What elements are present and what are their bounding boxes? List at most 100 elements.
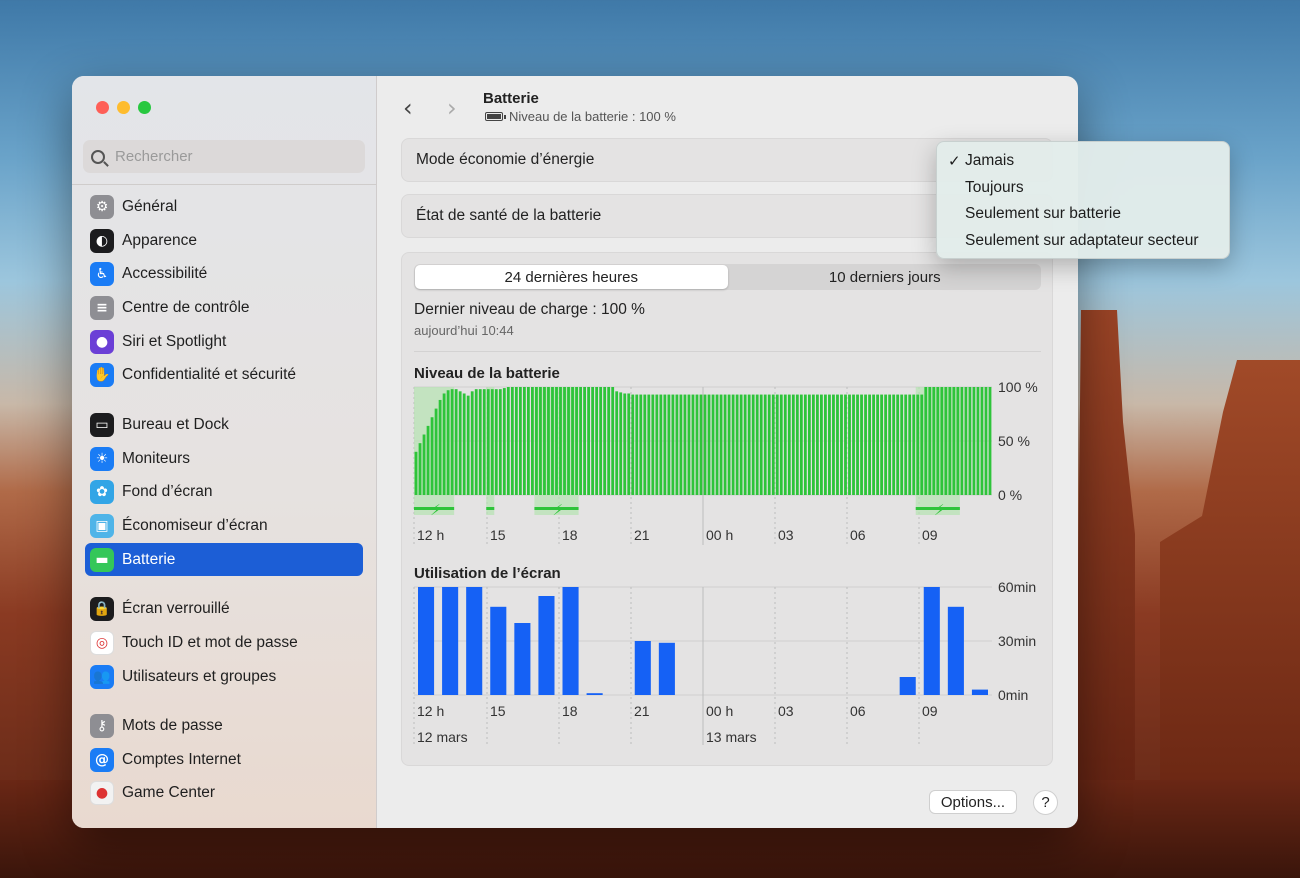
battery-bar	[779, 394, 783, 495]
battery-bar	[932, 387, 936, 495]
sidebar-item-label: Siri et Spotlight	[122, 332, 227, 350]
sidebar-item-label: Comptes Internet	[122, 750, 241, 768]
battery-bar	[924, 387, 928, 495]
sidebar-item[interactable]: 🔒 Écran verrouillé	[85, 592, 363, 625]
sidebar-item-label: Confidentialité et sécurité	[122, 365, 297, 383]
sidebar-item[interactable]: ▣ Économiseur d’écran	[85, 509, 363, 542]
battery-bar	[611, 387, 615, 495]
users-icon: 👥	[90, 664, 114, 689]
date-label: 13 mars	[706, 729, 757, 745]
sidebar-item[interactable]: ≡ Centre de contrôle	[85, 291, 363, 324]
x-tick-label: 15	[490, 527, 506, 543]
battery-bar	[735, 394, 739, 495]
screen-usage-bar	[562, 587, 579, 695]
sidebar-item-label: Fond d’écran	[122, 482, 213, 500]
battery-bar	[751, 394, 755, 495]
battery-bar	[719, 394, 723, 495]
sidebar-item[interactable]: ✿ Fond d’écran	[85, 475, 363, 508]
x-tick-label: 03	[778, 527, 794, 543]
battery-bar	[575, 387, 578, 495]
battery-bar	[803, 394, 807, 495]
screen-usage-bar	[634, 641, 651, 695]
menu-item[interactable]: Seulement sur adaptateur secteur	[937, 228, 1229, 255]
sidebar-item[interactable]: ▬ Batterie	[85, 543, 363, 576]
battery-bar	[771, 394, 775, 495]
sidebar-item[interactable]: ◎ Touch ID et mot de passe	[85, 626, 363, 659]
battery-bar	[639, 394, 643, 495]
x-tick-label: 12 h	[417, 703, 444, 719]
battery-bar	[506, 387, 510, 495]
sidebar-item[interactable]: ⚷ Mots de passe	[85, 709, 363, 742]
battery-bar	[900, 394, 904, 495]
battery-bar	[438, 399, 442, 495]
battery-bar	[635, 394, 639, 495]
menu-item[interactable]: ✓ Jamais	[937, 148, 1229, 175]
fingerprint-icon: ◎	[90, 630, 114, 655]
menu-item-label: Seulement sur batterie	[965, 205, 1121, 223]
battery-bar	[968, 387, 972, 495]
battery-bar	[920, 394, 924, 495]
battery-bar	[627, 393, 631, 495]
battery-bar	[547, 387, 550, 495]
forward-chevron-icon[interactable]: ›	[447, 94, 467, 122]
battery-bar	[795, 394, 799, 495]
hand-icon: ✋	[90, 362, 114, 387]
battery-bar	[747, 394, 751, 495]
sidebar-item-label: Mots de passe	[122, 716, 223, 734]
battery-bar	[591, 387, 595, 495]
sidebar-item[interactable]: ● Siri et Spotlight	[85, 325, 363, 358]
y-tick-label: 0min	[998, 687, 1028, 703]
battery-bar	[422, 434, 426, 495]
battery-bar	[832, 394, 835, 495]
sidebar-item-label: Économiseur d’écran	[122, 516, 268, 534]
x-tick-label: 03	[778, 703, 794, 719]
battery-bar	[916, 394, 920, 495]
battery-bar	[755, 394, 759, 495]
battery-bar	[884, 394, 888, 495]
window-controls	[96, 101, 151, 114]
battery-bar	[872, 394, 875, 495]
battery-bar	[856, 394, 859, 495]
zoom-button[interactable]	[138, 101, 151, 114]
sidebar-item[interactable]: ♿ Accessibilité	[85, 257, 363, 290]
back-chevron-icon[interactable]: ‹	[403, 94, 423, 122]
search-placeholder: Rechercher	[115, 148, 193, 165]
battery-bar	[579, 387, 582, 495]
sidebar-item[interactable]: ☀ Moniteurs	[85, 442, 363, 475]
screen-usage-bar	[923, 587, 940, 695]
battery-bar	[699, 394, 703, 495]
sidebar-item[interactable]: ✋ Confidentialité et sécurité	[85, 358, 363, 391]
options-button[interactable]: Options...	[929, 790, 1017, 814]
x-tick-label: 12 h	[417, 527, 444, 543]
menu-item[interactable]: Seulement sur batterie	[937, 201, 1229, 228]
page-title: Batterie	[483, 90, 539, 107]
battery-bar	[494, 389, 498, 495]
minimize-button[interactable]	[117, 101, 130, 114]
sidebar-item[interactable]: ◐ Apparence	[85, 224, 363, 257]
battery-bar	[518, 387, 522, 495]
battery-icon	[485, 112, 506, 121]
battery-bar	[936, 387, 940, 495]
screen-usage-bar	[971, 689, 988, 695]
battery-bar	[880, 394, 884, 495]
close-button[interactable]	[96, 101, 109, 114]
sidebar-item[interactable]: ▭ Bureau et Dock	[85, 408, 363, 441]
sidebar-item[interactable]: @ Comptes Internet	[85, 743, 363, 776]
sidebar-item[interactable]: ● Game Center	[85, 776, 363, 809]
x-tick-label: 18	[562, 527, 578, 543]
battery-bar	[414, 451, 418, 495]
battery-bar	[892, 394, 896, 495]
battery-bar	[679, 394, 683, 495]
key-icon: ⚷	[90, 713, 114, 738]
menu-item[interactable]: Toujours	[937, 175, 1229, 202]
battery-bar	[904, 394, 908, 495]
battery-bar	[535, 387, 538, 495]
sidebar-item[interactable]: ⚙ Général	[85, 190, 363, 223]
display-icon: ☀	[90, 446, 114, 471]
search-field[interactable]: Rechercher	[83, 140, 365, 173]
help-button[interactable]: ?	[1033, 790, 1058, 815]
sidebar-item[interactable]: 👥 Utilisateurs et groupes	[85, 660, 363, 693]
battery-bar	[976, 387, 980, 495]
battery-bar	[844, 394, 847, 495]
battery-bar	[651, 394, 655, 495]
